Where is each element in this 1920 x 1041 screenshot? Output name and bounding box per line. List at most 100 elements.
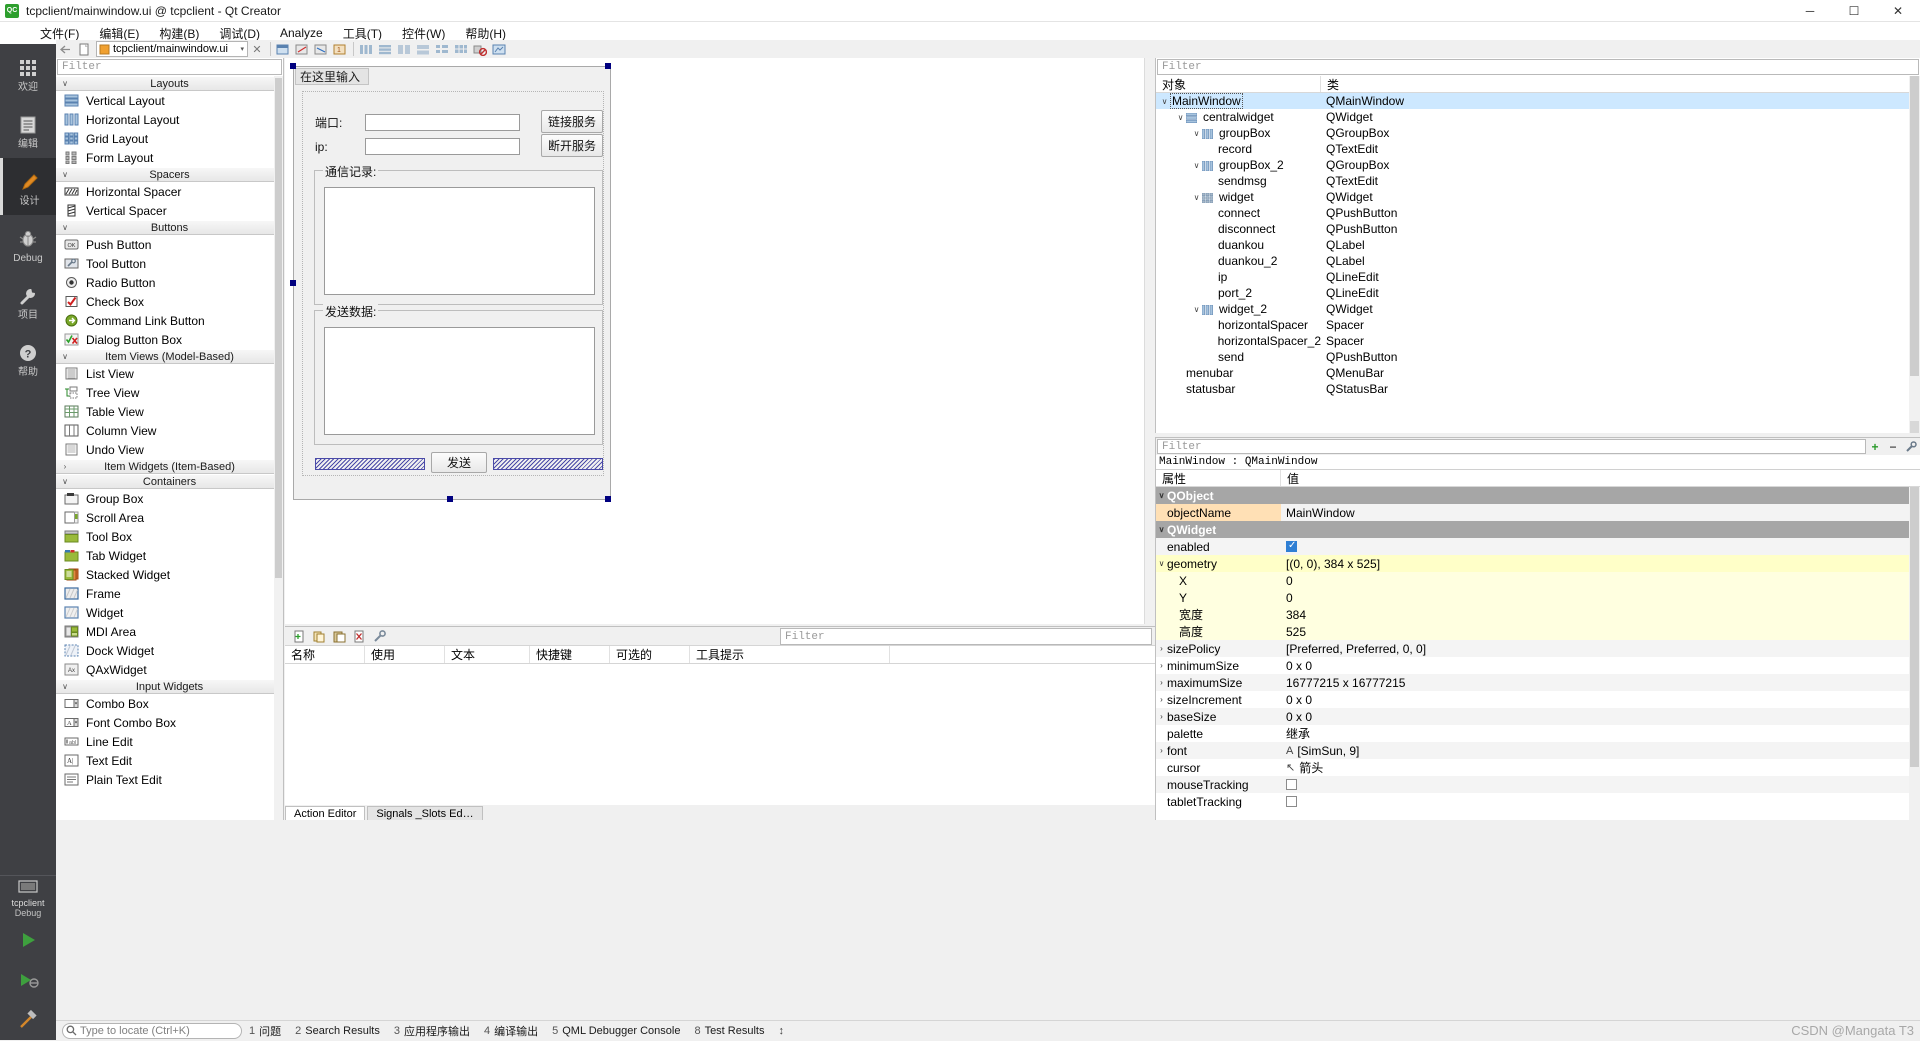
property-settings-icon[interactable] xyxy=(1902,438,1920,455)
object-row-record[interactable]: record QTextEdit xyxy=(1156,141,1920,157)
configure-icon[interactable] xyxy=(369,628,389,645)
output-pane-more-button[interactable]: ↕ xyxy=(771,1021,791,1041)
widget-item-command-link-button[interactable]: Command Link Button xyxy=(56,311,283,330)
action-col-0[interactable]: 名称 xyxy=(285,646,365,663)
delete-icon[interactable] xyxy=(349,628,369,645)
chevron-down-icon[interactable]: ∨ xyxy=(56,682,74,691)
layout-form-icon[interactable] xyxy=(433,41,451,57)
canvas-vertical-scrollbar[interactable] xyxy=(1144,58,1155,624)
property-editor-rows[interactable]: ∨ QObject objectName MainWindow ∨ QWidget enab… xyxy=(1156,487,1920,810)
chevron-down-icon[interactable]: ∨ xyxy=(1191,193,1202,202)
widget-item-tool-box[interactable]: Tool Box xyxy=(56,527,283,546)
add-property-icon[interactable]: + xyxy=(1866,438,1884,455)
property-row-baseSize[interactable]: › baseSize 0 x 0 xyxy=(1156,708,1920,725)
property-editor-filter-input[interactable]: Filter xyxy=(1157,439,1866,454)
property-row-geometry[interactable]: ∨ geometry [(0, 0), 384 x 525] xyxy=(1156,555,1920,572)
property-row-QWidget[interactable]: ∨ QWidget xyxy=(1156,521,1920,538)
chevron-down-icon[interactable]: ∨ xyxy=(1191,129,1202,138)
action-col-3[interactable]: 快捷键 xyxy=(530,646,610,663)
property-row-minimumSize[interactable]: › minimumSize 0 x 0 xyxy=(1156,657,1920,674)
property-value-cell[interactable]: 继承 xyxy=(1281,725,1920,742)
object-row-centralwidget[interactable]: ∨ centralwidget QWidget xyxy=(1156,109,1920,125)
widget-item-group-box[interactable]: Group Box xyxy=(56,489,283,508)
widget-item-widget[interactable]: Widget xyxy=(56,603,283,622)
selection-handle-bm[interactable] xyxy=(447,496,453,502)
property-value-cell[interactable] xyxy=(1281,776,1920,793)
chevron-down-icon[interactable]: ∨ xyxy=(1159,97,1170,106)
widget-item-grid-layout[interactable]: Grid Layout xyxy=(56,129,283,148)
chevron-down-icon[interactable]: ∨ xyxy=(56,477,74,486)
widget-item-dialog-button-box[interactable]: Dialog Button Box xyxy=(56,330,283,349)
chevron-down-icon[interactable]: ∨ xyxy=(1156,491,1167,500)
layout-grid-icon[interactable] xyxy=(452,41,470,57)
edit-signals-slots-icon[interactable] xyxy=(293,41,311,57)
object-row-send[interactable]: send QPushButton xyxy=(1156,349,1920,365)
property-value-cell[interactable]: 0 x 0 xyxy=(1281,708,1920,725)
property-value-cell[interactable]: 0 x 0 xyxy=(1281,691,1920,708)
property-row-font[interactable]: › font A [SimSun, 9] xyxy=(1156,742,1920,759)
port-input[interactable] xyxy=(365,114,520,131)
property-value-cell[interactable]: 0 xyxy=(1281,572,1920,589)
property-value-cell[interactable]: [Preferred, Preferred, 0, 0] xyxy=(1281,640,1920,657)
adjust-size-icon[interactable] xyxy=(490,41,508,57)
build-button[interactable] xyxy=(0,1000,56,1040)
object-row-duankou_2[interactable]: duankou_2 QLabel xyxy=(1156,253,1920,269)
widget-item-push-button[interactable]: OK Push Button xyxy=(56,235,283,254)
mode-welcome[interactable]: 欢迎 xyxy=(0,44,56,101)
property-row-objectName[interactable]: objectName MainWindow xyxy=(1156,504,1920,521)
minimize-button[interactable]: ─ xyxy=(1788,0,1832,22)
object-row-widget_2[interactable]: ∨ widget_2 QWidget xyxy=(1156,301,1920,317)
edit-tab-order-icon[interactable]: 1 xyxy=(331,41,349,57)
disconnect-button[interactable]: 断开服务 xyxy=(541,134,603,157)
object-row-groupBox_2[interactable]: ∨ groupBox_2 QGroupBox xyxy=(1156,157,1920,173)
chevron-down-icon[interactable]: ∨ xyxy=(1191,161,1202,170)
object-row-MainWindow[interactable]: ∨ MainWindow QMainWindow xyxy=(1156,93,1920,109)
object-row-horizontalSpacer[interactable]: horizontalSpacer Spacer xyxy=(1156,317,1920,333)
property-value-cell[interactable]: [(0, 0), 384 x 525] xyxy=(1281,555,1920,572)
layout-horizontal-icon[interactable] xyxy=(357,41,375,57)
chevron-down-icon[interactable]: ∨ xyxy=(1175,113,1186,122)
object-row-menubar[interactable]: menubar QMenuBar xyxy=(1156,365,1920,381)
property-row-[interactable]: 宽度 384 xyxy=(1156,606,1920,623)
widget-category-item-views-model-based[interactable]: ∨ Item Views (Model-Based) xyxy=(56,349,283,364)
widget-item-tab-widget[interactable]: Tab Widget xyxy=(56,546,283,565)
output-pane-button-Search Results[interactable]: 2 Search Results xyxy=(288,1021,387,1041)
central-widget-area[interactable]: 端口: 链接服务 ip: 断开服务 通信记录: 发送数据: 发送 xyxy=(302,91,604,476)
break-layout-icon[interactable] xyxy=(471,41,489,57)
property-row-cursor[interactable]: cursor ↖ 箭头 xyxy=(1156,759,1920,776)
output-pane-button-应用程序输出[interactable]: 3 应用程序输出 xyxy=(387,1021,477,1041)
object-row-duankou[interactable]: duankou QLabel xyxy=(1156,237,1920,253)
output-pane-button-Test Results[interactable]: 8 Test Results xyxy=(687,1021,771,1041)
property-row-maximumSize[interactable]: › maximumSize 16777215 x 16777215 xyxy=(1156,674,1920,691)
widget-category-buttons[interactable]: ∨ Buttons xyxy=(56,220,283,235)
chevron-right-icon[interactable]: › xyxy=(1156,644,1167,653)
action-col-4[interactable]: 可选的 xyxy=(610,646,690,663)
kit-selector[interactable]: tcpclient Debug xyxy=(0,875,56,920)
chevron-down-icon[interactable]: ∨ xyxy=(1156,559,1167,568)
edit-widgets-icon[interactable] xyxy=(274,41,292,57)
chevron-down-icon[interactable]: ∨ xyxy=(56,223,74,232)
mode-debug[interactable]: Debug xyxy=(0,215,56,272)
object-row-widget[interactable]: ∨ widget QWidget xyxy=(1156,189,1920,205)
action-editor-rows[interactable] xyxy=(285,664,1155,804)
output-pane-button-QML Debugger Console[interactable]: 5 QML Debugger Console xyxy=(545,1021,687,1041)
object-row-sendmsg[interactable]: sendmsg QTextEdit xyxy=(1156,173,1920,189)
widget-item-scroll-area[interactable]: Scroll Area xyxy=(56,508,283,527)
property-value-cell[interactable]: 525 xyxy=(1281,623,1920,640)
widget-item-tool-button[interactable]: Tool Button xyxy=(56,254,283,273)
property-row-X[interactable]: X0 xyxy=(1156,572,1920,589)
widget-item-text-edit[interactable]: A| Text Edit xyxy=(56,751,283,770)
open-document-icon[interactable] xyxy=(75,41,93,57)
mode-help[interactable]: ? 帮助 xyxy=(0,329,56,386)
property-checkbox[interactable] xyxy=(1286,796,1297,807)
widget-box-scrollbar[interactable] xyxy=(274,76,283,820)
horizontal-spacer-right[interactable] xyxy=(493,458,603,470)
property-value-cell[interactable] xyxy=(1281,793,1920,810)
locator-input[interactable]: Type to locate (Ctrl+K) xyxy=(62,1022,242,1039)
paste-icon[interactable] xyxy=(329,628,349,645)
chevron-down-icon[interactable]: ∨ xyxy=(56,352,74,361)
property-value-cell[interactable]: 16777215 x 16777215 xyxy=(1281,674,1920,691)
output-pane-button-编译输出[interactable]: 4 编译输出 xyxy=(477,1021,545,1041)
widget-category-spacers[interactable]: ∨ Spacers xyxy=(56,167,283,182)
widget-item-radio-button[interactable]: Radio Button xyxy=(56,273,283,292)
